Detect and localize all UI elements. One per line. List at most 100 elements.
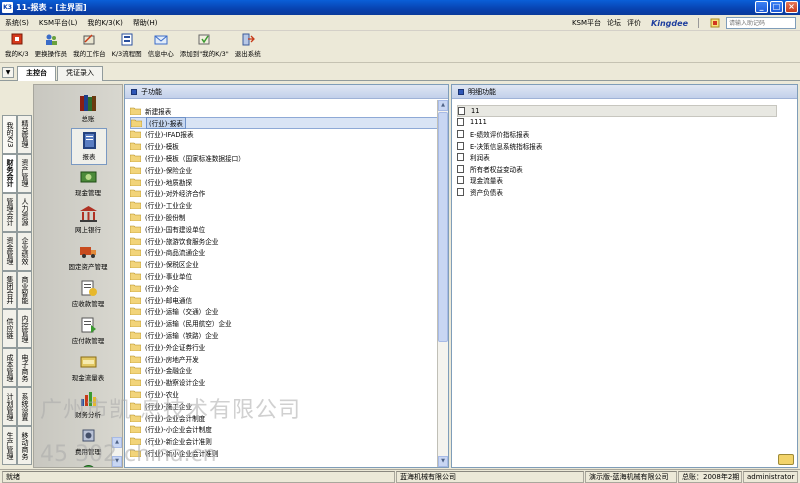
- menu-ksm[interactable]: KSM平台(L): [34, 18, 82, 28]
- module-financial-analysis[interactable]: 财务分析: [70, 387, 106, 424]
- sub-function-item[interactable]: (行业)-国有建设单位: [130, 223, 440, 235]
- sub-function-item[interactable]: (行业)-企业会计制度: [130, 412, 440, 424]
- sub-function-item[interactable]: (行业)-勘察设计企业: [130, 376, 440, 388]
- forum-link[interactable]: 论坛: [607, 18, 621, 28]
- minimize-button[interactable]: _: [755, 1, 768, 13]
- sub-function-item[interactable]: (行业)-房地产开发: [130, 353, 440, 365]
- menu-help[interactable]: 帮助(H): [128, 18, 163, 28]
- tab-dropdown-button[interactable]: ▼: [2, 67, 14, 78]
- module-receivables[interactable]: 应收款管理: [70, 276, 106, 313]
- sub-function-item[interactable]: (行业)-模板（国家标准数据接口）: [130, 152, 440, 164]
- scroll-up-button[interactable]: ▲: [438, 100, 448, 111]
- module-scrollbar[interactable]: ▲ ▼: [111, 437, 122, 467]
- scroll-up-button[interactable]: ▲: [112, 437, 122, 448]
- vtab-human-resources[interactable]: 人力资源: [17, 192, 32, 232]
- vtab-enterprise-performance[interactable]: 企业绩效: [17, 231, 32, 271]
- exit-system-button[interactable]: 退出系统: [232, 31, 264, 58]
- sub-function-item[interactable]: (行业)-地质勘探: [130, 176, 440, 188]
- detail-function-item[interactable]: 现金流量表: [457, 175, 777, 187]
- vtab-mobile-commerce[interactable]: 移动商务: [17, 426, 32, 465]
- ksm-platform-link[interactable]: KSM平台: [572, 18, 601, 28]
- switch-user-button[interactable]: 更换操作员: [32, 31, 71, 58]
- module-partial[interactable]: [70, 461, 106, 467]
- menu-system[interactable]: 系统(S): [0, 18, 34, 28]
- sub-function-item[interactable]: (行业)-外企: [130, 282, 440, 294]
- sub-function-item[interactable]: (行业)-农业: [130, 388, 440, 400]
- sub-function-item[interactable]: (行业)-模板: [130, 140, 440, 152]
- detail-function-item[interactable]: 资产负债表: [457, 186, 777, 198]
- close-button[interactable]: ×: [785, 1, 798, 13]
- detail-function-item[interactable]: 11: [457, 105, 777, 117]
- scroll-down-button[interactable]: ▼: [438, 456, 448, 467]
- sub-function-item[interactable]: (行业)-保税区企业: [130, 258, 440, 270]
- module-fixed-assets[interactable]: 固定资产管理: [69, 239, 108, 276]
- help-search-icon[interactable]: [710, 18, 720, 28]
- help-code-input[interactable]: [726, 17, 796, 29]
- vtab-fund-management[interactable]: 资金管理: [2, 231, 17, 271]
- sub-function-item[interactable]: (行业)-报表: [130, 116, 440, 129]
- detail-function-item[interactable]: E-绩效评价指标报表: [457, 128, 777, 140]
- sub-function-item[interactable]: (行业)-施工企业: [130, 400, 440, 412]
- sub-function-item[interactable]: (行业)-金融企业: [130, 365, 440, 377]
- sub-function-item[interactable]: (行业)-保险企业: [130, 164, 440, 176]
- sub-function-item[interactable]: (行业)-工业企业: [130, 199, 440, 211]
- module-expense-management[interactable]: 费用管理: [70, 424, 106, 461]
- maximize-button[interactable]: □: [770, 1, 783, 13]
- vtab-cost-management[interactable]: 成本管理: [2, 348, 17, 388]
- sub-function-item[interactable]: (行业)-股份制: [130, 211, 440, 223]
- sub-function-item[interactable]: (行业)-新企业会计准则: [130, 435, 440, 447]
- add-to-my-k3-button[interactable]: 添加到"我的K/3": [177, 31, 232, 58]
- message-center-button[interactable]: 信息中心: [145, 31, 177, 58]
- sub-function-item[interactable]: (行业)-旅游饮食服务企业: [130, 235, 440, 247]
- sub-function-item[interactable]: (行业)-外企证券行业: [130, 341, 440, 353]
- sub-function-item[interactable]: (行业)-IFAD报表: [130, 129, 440, 141]
- sub-function-item[interactable]: (行业)-新小企业会计准则: [130, 447, 440, 459]
- sub-function-item[interactable]: (行业)-邮电通信: [130, 294, 440, 306]
- sub-function-item[interactable]: (行业)-运输（交通）企业: [130, 306, 440, 318]
- vtab-lean-management[interactable]: 精益管理: [17, 115, 32, 154]
- detail-function-label: 1111: [470, 118, 487, 127]
- menu-my-k3[interactable]: 我的K/3(K): [82, 18, 127, 28]
- flowchart-button[interactable]: K/3流程图: [109, 31, 145, 58]
- vtab-e-commerce[interactable]: 电子商务: [17, 348, 32, 388]
- workbench-button[interactable]: 我的工作台: [70, 31, 109, 58]
- sub-function-item[interactable]: (行业)-小企业会计制度: [130, 424, 440, 436]
- module-payables[interactable]: 应付款管理: [70, 313, 106, 350]
- sub-function-scrollbar[interactable]: ▲ ▼: [437, 100, 448, 467]
- module-general-ledger[interactable]: 总账: [70, 91, 106, 128]
- vtab-management-accounting[interactable]: 管理会计: [2, 192, 17, 232]
- vtab-financial-accounting[interactable]: 财务会计: [2, 153, 17, 193]
- vtab-production-management[interactable]: 生产管理: [2, 426, 17, 465]
- title-bar[interactable]: K3 11-报表 - [主界面] _ □ ×: [0, 0, 800, 15]
- detail-function-item[interactable]: E-决策信息系统指标报表: [457, 140, 777, 152]
- tab-main-console[interactable]: 主控台: [17, 66, 56, 81]
- folder-icon: [131, 119, 142, 127]
- sub-function-item[interactable]: (行业)-商品流通企业: [130, 247, 440, 259]
- vtab-supply-chain[interactable]: 供应链: [2, 309, 17, 349]
- module-online-banking[interactable]: 网上银行: [70, 202, 106, 239]
- vtab-internal-control[interactable]: 内控管理: [17, 309, 32, 349]
- module-report[interactable]: 报表: [71, 128, 107, 165]
- rate-link[interactable]: 评价: [627, 18, 641, 28]
- module-cash-flow-statement[interactable]: 现金流量表: [70, 350, 106, 387]
- vtab-plan-management[interactable]: 计划管理: [2, 387, 17, 427]
- vtab-business-intelligence[interactable]: 商业智能: [17, 270, 32, 310]
- scroll-thumb[interactable]: [438, 112, 448, 342]
- detail-function-item[interactable]: 所有者权益变动表: [457, 163, 777, 175]
- vtab-my-k3[interactable]: 我的K/3: [2, 115, 17, 154]
- sub-function-item[interactable]: (行业)-事业单位: [130, 270, 440, 282]
- vtab-group-consolidation[interactable]: 集团合并: [2, 270, 17, 310]
- module-cash-management[interactable]: 现金管理: [70, 165, 106, 202]
- sub-function-item[interactable]: (行业)-运输（铁路）企业: [130, 329, 440, 341]
- scroll-down-button[interactable]: ▼: [112, 456, 122, 467]
- vtab-asset-management[interactable]: 资产管理: [17, 153, 32, 193]
- my-k3-button[interactable]: 我的K/3: [2, 31, 32, 58]
- detail-function-item[interactable]: 1111: [457, 117, 777, 129]
- tab-voucher-entry[interactable]: 凭证录入: [57, 66, 103, 81]
- sub-function-item[interactable]: 新建报表: [130, 105, 440, 117]
- sub-function-item[interactable]: (行业)-运输（民用航空）企业: [130, 317, 440, 329]
- sub-function-item[interactable]: (行业)-对外经济合作: [130, 188, 440, 200]
- detail-function-item[interactable]: 利润表: [457, 151, 777, 163]
- vtab-system-settings[interactable]: 系统设置: [17, 387, 32, 427]
- notification-icon[interactable]: [778, 454, 794, 465]
